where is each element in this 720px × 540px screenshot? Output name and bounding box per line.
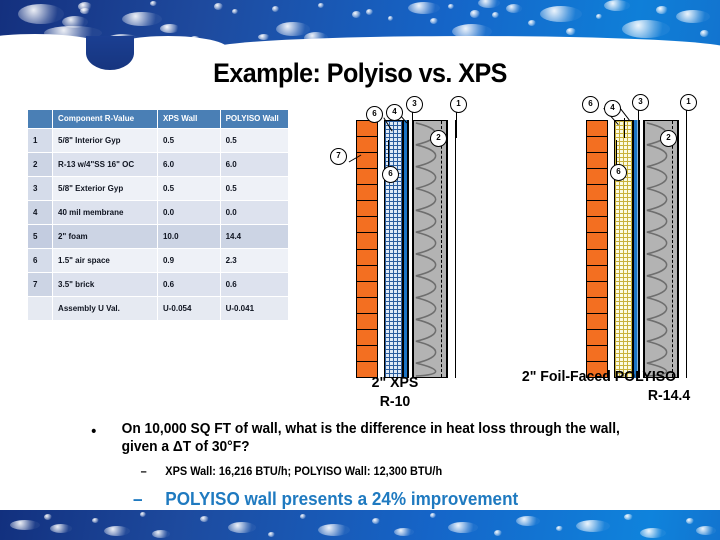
bullet-dot-icon: • — [91, 423, 97, 440]
brick-layer — [356, 120, 378, 378]
leader-line — [624, 118, 625, 138]
xps-foam-board-layer — [384, 120, 403, 378]
leader-line — [456, 110, 457, 138]
caption-xps: 2" XPS R-10 — [334, 374, 456, 412]
bullet-sub-1-text: XPS Wall: 16,216 BTU/h; POLYISO Wall: 12… — [165, 465, 443, 478]
callout-2: 2 — [660, 130, 677, 147]
callout-2: 2 — [430, 130, 447, 147]
caption-polyiso-line1: 2" Foil-Faced POLYISO — [521, 368, 677, 385]
stud-cavity-batt-layer — [413, 120, 447, 378]
wall-section-polyiso: 6 6 4 3 2 1 — [582, 94, 697, 378]
wall-diagrams: 7 6 6 4 3 2 1 6 6 4 3 2 1 — [0, 94, 720, 404]
bullet-list: • On 10,000 SQ FT of wall, what is the d… — [0, 420, 720, 511]
bullet-main-text: On 10,000 SQ FT of wall, what is the dif… — [121, 421, 620, 456]
callout-7: 7 — [330, 148, 347, 165]
leader-line — [620, 108, 630, 121]
slide: Example: Polyiso vs. XPS Component R-Val… — [0, 0, 720, 540]
dash-icon: – — [140, 465, 147, 478]
callout-4: 4 — [604, 100, 621, 117]
interior-gyp-layer — [678, 120, 687, 378]
callout-4: 4 — [386, 104, 403, 121]
leader-line — [686, 110, 687, 138]
callout-6-inner: 6 — [382, 166, 399, 183]
stud-cavity-batt-layer — [644, 120, 678, 378]
caption-polyiso-line2: R-14.4 — [647, 386, 691, 404]
bottom-banner — [0, 510, 720, 540]
leader-line — [388, 140, 389, 168]
wall-section-xps: 7 6 6 4 3 2 1 — [330, 96, 467, 378]
interior-gyp-layer — [447, 120, 456, 378]
leader-line — [402, 122, 403, 138]
callout-6: 6 — [582, 96, 599, 113]
callout-6: 6 — [366, 106, 383, 123]
leader-line — [638, 110, 639, 138]
callout-3: 3 — [632, 94, 649, 111]
callout-6-inner: 6 — [610, 164, 627, 181]
brick-layer — [586, 120, 608, 378]
bullet-main: • On 10,000 SQ FT of wall, what is the d… — [0, 420, 684, 457]
bullet-sub-2-text: POLYISO wall presents a 24% improvement — [165, 488, 519, 509]
leader-line — [412, 110, 413, 138]
dash-icon: – — [133, 488, 143, 509]
callout-3: 3 — [406, 96, 423, 113]
caption-xps-line2: R-10 — [379, 392, 411, 410]
bullet-sub-2: – POLYISO wall presents a 24% improvemen… — [0, 489, 684, 511]
caption-polyiso: 2" Foil-Faced POLYISO R-14.4 — [485, 368, 712, 406]
page-title: Example: Polyiso vs. XPS — [213, 58, 507, 88]
callout-1: 1 — [450, 96, 467, 113]
leader-line — [616, 140, 617, 166]
bullet-sub-1: – XPS Wall: 16,216 BTU/h; POLYISO Wall: … — [0, 465, 684, 479]
caption-xps-line1: 2" XPS — [371, 374, 419, 391]
callout-1: 1 — [680, 94, 697, 111]
